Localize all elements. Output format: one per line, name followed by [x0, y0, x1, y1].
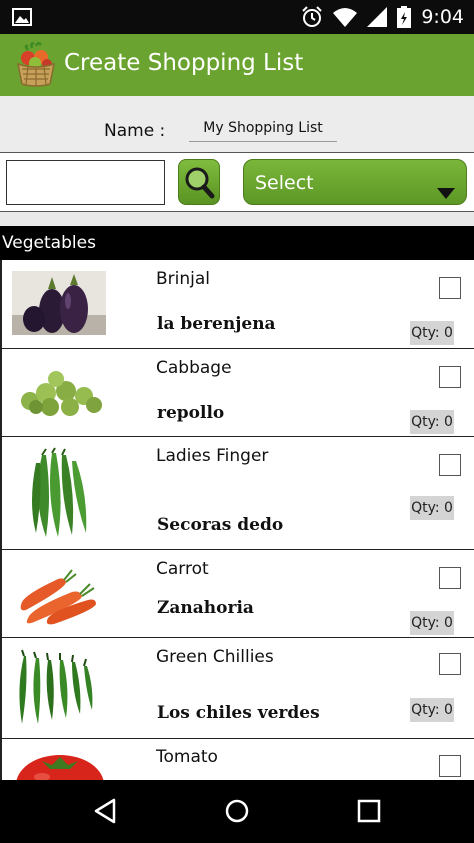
alarm-icon: [302, 6, 323, 27]
list-item[interactable]: Brinjal la berenjena Qty: 0: [2, 260, 474, 349]
home-icon[interactable]: [222, 796, 252, 826]
list-item[interactable]: Ladies Finger Secoras dedo Qty: 0: [2, 437, 474, 550]
select-label: Select: [255, 172, 314, 194]
item-qty[interactable]: Qty: 0: [410, 698, 454, 722]
status-bar: 9:04: [0, 0, 474, 34]
name-label: Name :: [104, 121, 166, 141]
action-bar: Create Shopping List: [0, 34, 474, 96]
back-icon[interactable]: [90, 796, 120, 826]
vegetable-list[interactable]: Brinjal la berenjena Qty: 0 Cabbage repo…: [0, 260, 474, 780]
item-name: Brinjal: [156, 269, 211, 289]
tomato-image: [12, 749, 106, 780]
brinjal-image: [12, 271, 106, 335]
item-translation: repollo: [157, 403, 225, 423]
search-button[interactable]: [178, 159, 220, 205]
battery-icon: [397, 6, 412, 28]
search-row: Select: [0, 152, 474, 212]
item-name: Carrot: [156, 559, 209, 579]
search-icon: [185, 167, 215, 199]
item-name: Ladies Finger: [156, 446, 269, 466]
item-name: Cabbage: [156, 358, 232, 378]
item-qty[interactable]: Qty: 0: [410, 321, 454, 345]
item-name: Green Chillies: [156, 647, 274, 667]
name-row: Name : My Shopping List: [0, 96, 474, 152]
recents-icon[interactable]: [354, 796, 384, 826]
search-input[interactable]: [6, 160, 165, 205]
item-checkbox[interactable]: [439, 755, 461, 777]
item-translation: la berenjena: [157, 314, 276, 334]
navigation-bar: [0, 780, 474, 843]
cabbage-image: [12, 363, 106, 421]
item-checkbox[interactable]: [439, 653, 461, 675]
wifi-icon: [333, 8, 358, 27]
item-translation: Zanahoria: [157, 598, 254, 618]
list-item[interactable]: Cabbage repollo Qty: 0: [2, 349, 474, 437]
dropdown-arrow-icon: [437, 188, 455, 199]
item-translation: Los chiles verdes: [157, 703, 320, 723]
list-item[interactable]: Tomato: [2, 739, 474, 780]
chilli-image: [12, 648, 106, 728]
carrot-image: [12, 560, 106, 626]
item-qty[interactable]: Qty: 0: [410, 611, 454, 635]
item-checkbox[interactable]: [439, 277, 461, 299]
item-checkbox[interactable]: [439, 454, 461, 476]
okra-image: [12, 447, 106, 539]
item-name: Tomato: [156, 747, 218, 767]
app-title: Create Shopping List: [64, 50, 304, 76]
item-checkbox[interactable]: [439, 567, 461, 589]
item-qty[interactable]: Qty: 0: [410, 496, 454, 520]
list-item[interactable]: Green Chillies Los chiles verdes Qty: 0: [2, 638, 474, 739]
vegetable-basket-icon: [17, 42, 55, 87]
image-icon: [12, 8, 32, 26]
list-name-field[interactable]: My Shopping List: [189, 118, 337, 142]
category-header: Vegetables: [0, 226, 474, 260]
item-checkbox[interactable]: [439, 366, 461, 388]
status-time: 9:04: [421, 6, 464, 28]
signal-icon: [367, 7, 388, 27]
list-item[interactable]: Carrot Zanahoria Qty: 0: [2, 550, 474, 638]
divider-band: [0, 212, 474, 226]
item-translation: Secoras dedo: [157, 515, 284, 535]
category-select[interactable]: Select: [243, 159, 467, 205]
item-qty[interactable]: Qty: 0: [410, 410, 454, 434]
